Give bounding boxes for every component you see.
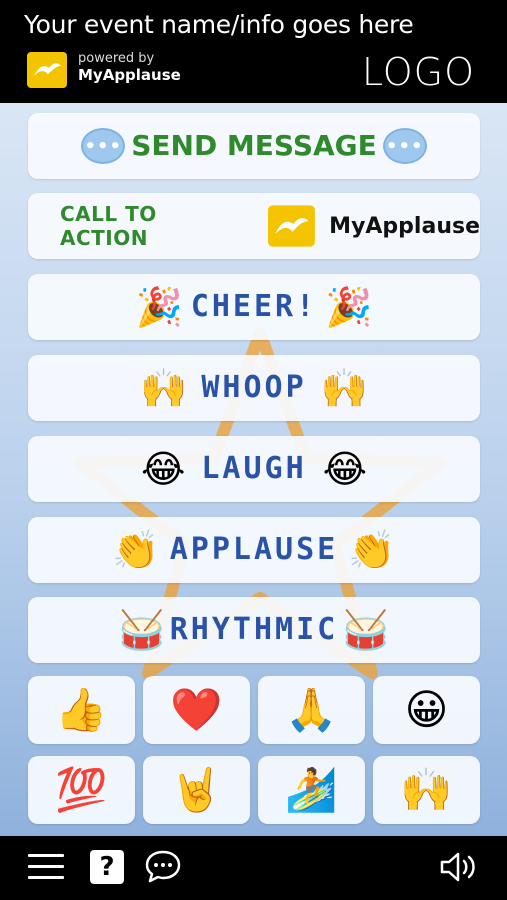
- reaction-panel: ••• SEND MESSAGE ••• CALL TO ACTION MyAp…: [0, 103, 507, 836]
- party-popper-icon: 🎉: [135, 285, 183, 329]
- menu-icon[interactable]: [28, 854, 64, 882]
- clapping-hands-icon: 👏: [112, 528, 160, 572]
- whoop-button[interactable]: 🙌 WHOOP 🙌: [28, 355, 480, 421]
- speech-bubble-icon: •••: [81, 128, 126, 164]
- powered-by: powered by MyApplause: [78, 52, 181, 83]
- rhythmic-label: RHYTHMIC: [169, 612, 339, 647]
- brand-name: MyApplause: [78, 66, 181, 84]
- tears-of-joy-icon: 😂: [140, 447, 186, 491]
- whoop-label: WHOOP: [201, 370, 307, 405]
- event-logo: LOGO: [361, 50, 475, 94]
- grinning-face-icon: 😀: [404, 685, 449, 734]
- thumbs-up-reaction[interactable]: 👍: [28, 676, 135, 744]
- surfer-icon: 🏄: [285, 765, 338, 814]
- drum-icon: 🥁: [118, 608, 166, 652]
- cheer-button[interactable]: 🎉 CHEER! 🎉: [28, 274, 480, 340]
- applause-button[interactable]: 👏 APPLAUSE 👏: [28, 517, 480, 583]
- thumbs-up-icon: 👍: [55, 685, 108, 734]
- speaker-icon[interactable]: [439, 850, 481, 884]
- sign-of-horns-icon: 🤘: [170, 765, 223, 814]
- help-icon[interactable]: ?: [90, 850, 124, 884]
- party-popper-icon: 🎉: [325, 285, 373, 329]
- call-to-action-label: CALL TO ACTION: [60, 202, 157, 250]
- help-glyph: ?: [99, 852, 115, 882]
- send-message-button[interactable]: ••• SEND MESSAGE •••: [28, 113, 480, 179]
- myapplause-logo-icon: [27, 52, 67, 88]
- laugh-button[interactable]: 😂 LAUGH 😂: [28, 436, 480, 502]
- praying-hands-reaction[interactable]: 🙏: [258, 676, 365, 744]
- praying-hands-icon: 🙏: [285, 685, 338, 734]
- raising-hands-icon: 🙌: [320, 366, 368, 410]
- raising-hands-icon: 🙌: [140, 366, 188, 410]
- surfer-reaction[interactable]: 🏄: [258, 756, 365, 824]
- header-bar: Your event name/info goes here powered b…: [0, 0, 507, 103]
- hundred-points-reaction[interactable]: 💯: [28, 756, 135, 824]
- event-title: Your event name/info goes here: [24, 10, 414, 39]
- laugh-label: LAUGH: [201, 451, 307, 486]
- hundred-points-icon: 💯: [55, 765, 108, 814]
- speech-bubble-icon: •••: [382, 128, 427, 164]
- call-to-action-button[interactable]: CALL TO ACTION MyApplause: [28, 193, 480, 259]
- applause-label: APPLAUSE: [169, 532, 339, 567]
- raising-hands-reaction[interactable]: 🙌: [373, 756, 480, 824]
- grinning-face-reaction[interactable]: 😀: [373, 676, 480, 744]
- tears-of-joy-icon: 😂: [322, 447, 368, 491]
- sign-of-horns-reaction[interactable]: 🤘: [143, 756, 250, 824]
- send-message-label: SEND MESSAGE: [131, 129, 377, 162]
- footer-bar: ?: [0, 836, 507, 900]
- raising-hands-icon: 🙌: [400, 765, 453, 814]
- heart-reaction[interactable]: ❤️: [143, 676, 250, 744]
- cheer-label: CHEER!: [190, 289, 318, 324]
- myapplause-logo-icon: [268, 205, 316, 247]
- heart-icon: ❤️: [170, 685, 223, 734]
- call-to-action-brand: MyApplause: [329, 213, 480, 239]
- clapping-hands-icon: 👏: [348, 528, 396, 572]
- chat-icon[interactable]: [144, 848, 182, 886]
- rhythmic-button[interactable]: 🥁 RHYTHMIC 🥁: [28, 597, 480, 663]
- drum-icon: 🥁: [342, 608, 390, 652]
- powered-by-label: powered by: [78, 51, 155, 66]
